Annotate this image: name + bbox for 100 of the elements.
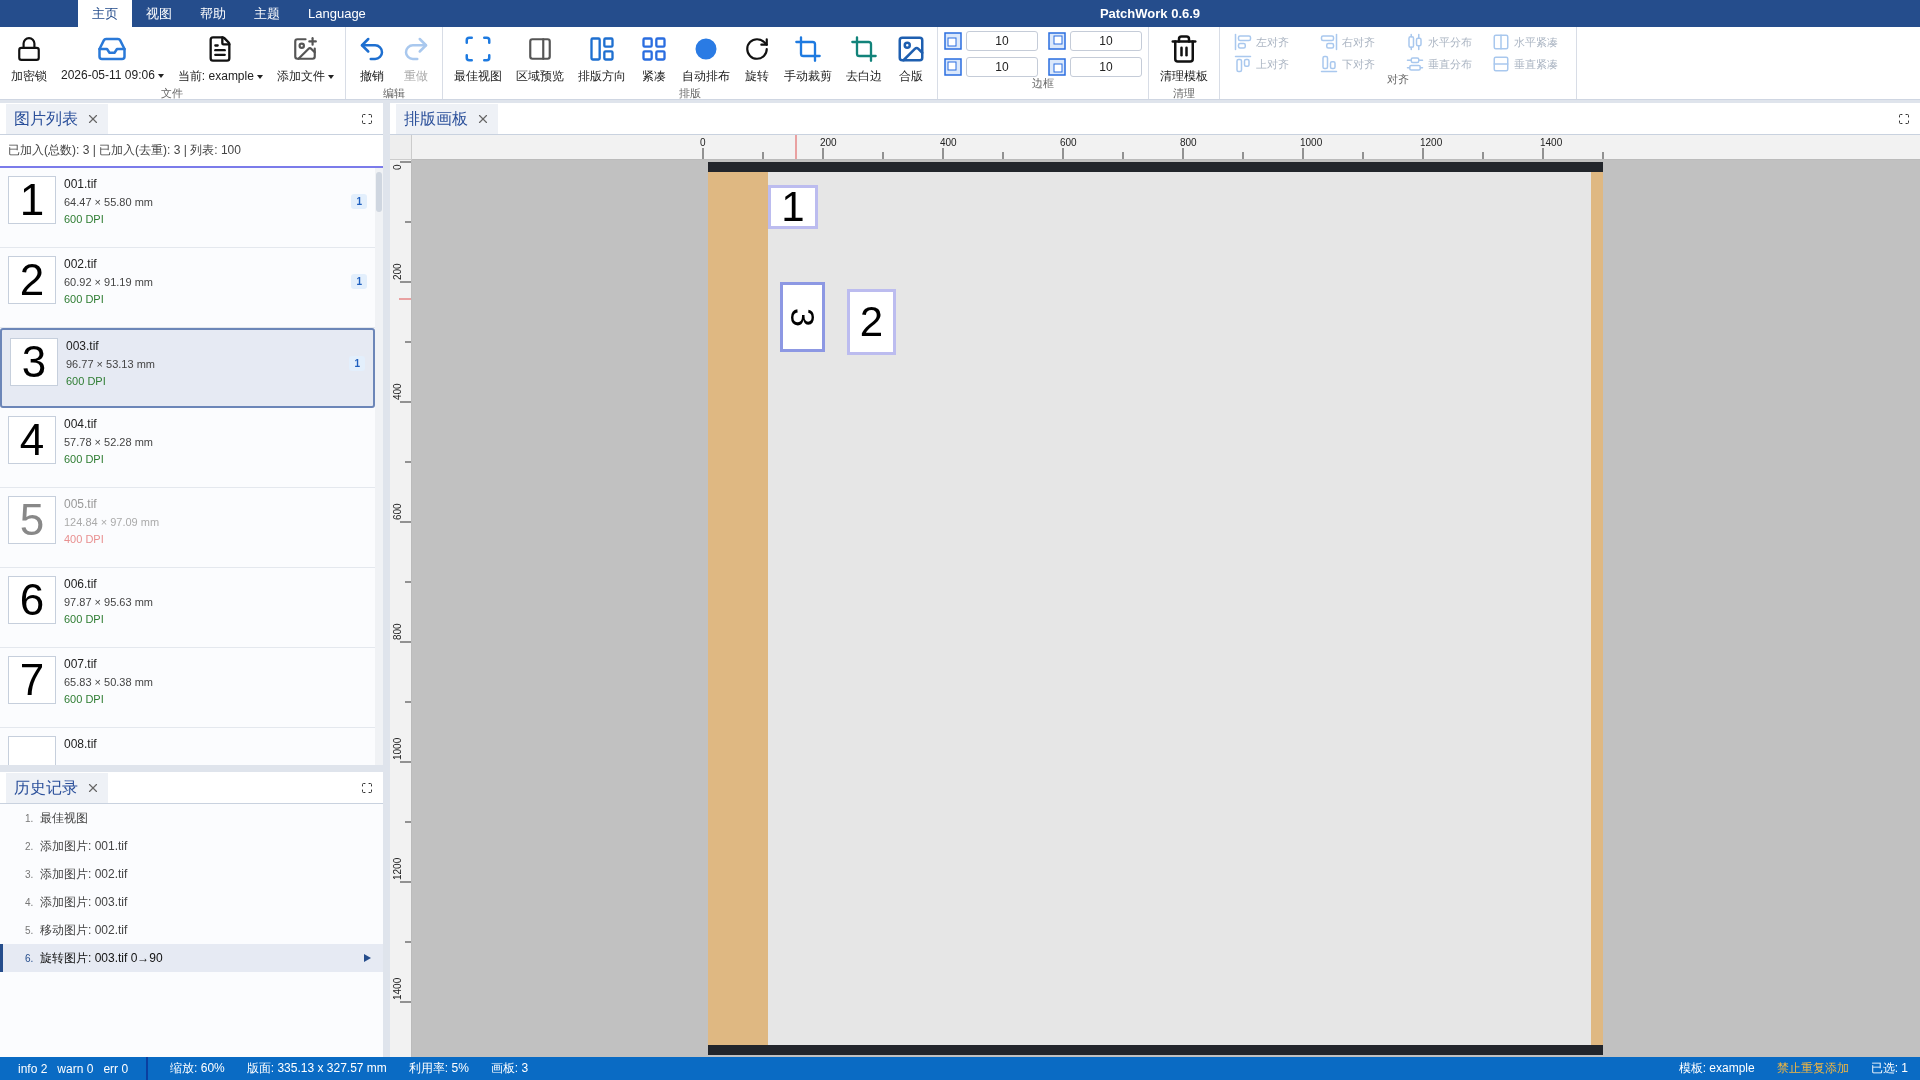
scrollbar[interactable] [375, 168, 383, 765]
align-icon [1491, 33, 1510, 51]
history-item[interactable]: 1. 最佳视图 [0, 804, 383, 832]
image-list-item[interactable]: 7 007.tif 65.83 × 50.38 mm 600 DPI [0, 648, 375, 728]
close-icon[interactable] [476, 112, 490, 126]
count-badge: 1 [351, 194, 367, 209]
history-item[interactable]: 2. 添加图片: 001.tif [0, 832, 383, 860]
margin-field[interactable]: 10 [1069, 31, 1142, 51]
log-count: info 2 [18, 1061, 48, 1076]
expand-icon[interactable] [361, 113, 373, 125]
log-count: warn 0 [57, 1061, 94, 1076]
border-icon [943, 58, 962, 76]
status-text: 模板: example [1678, 1060, 1755, 1077]
group-label: 文件 [161, 87, 184, 99]
ruler-label: 800 [1180, 137, 1197, 148]
ruler-label: 400 [940, 137, 957, 148]
thumbnail: 2 [8, 256, 56, 304]
ruler-label: 800 [392, 623, 403, 640]
menu-tab[interactable]: 视图 [132, 0, 186, 27]
menu-tab[interactable]: Language [294, 0, 380, 27]
close-icon[interactable] [86, 781, 100, 795]
panel-tab[interactable]: 图片列表 [6, 104, 108, 134]
image-list-item[interactable]: 3 003.tif 96.77 × 53.13 mm 600 DPI 1 [0, 328, 375, 408]
menu-tab[interactable]: 帮助 [186, 0, 240, 27]
thumbnail: 7 [8, 656, 56, 704]
menu-tab[interactable]: 主题 [240, 0, 294, 27]
ribbon-button[interactable]: 撤销 [351, 31, 392, 87]
arrow-icon [364, 954, 371, 962]
placed-image[interactable]: 3 [780, 282, 825, 352]
placed-image[interactable]: 2 [847, 289, 896, 355]
ruler-label: 600 [1060, 137, 1077, 148]
align-icon [1233, 55, 1252, 73]
ribbon-button[interactable]: 加密锁 [6, 31, 52, 87]
margin-field[interactable]: 10 [965, 31, 1038, 51]
history-item[interactable]: 6. 旋转图片: 003.tif 0→90 [0, 944, 383, 972]
status-text: 画板: 3 [490, 1060, 529, 1077]
group-label: 对齐 [1386, 73, 1409, 87]
align-icon [1319, 55, 1338, 73]
group-label: 清理 [1172, 87, 1195, 99]
image-list-item[interactable]: 4 004.tif 57.78 × 52.28 mm 600 DPI [0, 408, 375, 488]
ribbon-button[interactable]: 添加文件 [271, 31, 339, 87]
ribbon-button[interactable]: 清理模板 [1154, 31, 1213, 87]
border-icon [943, 32, 962, 50]
ruler-label: 1200 [1420, 137, 1443, 148]
ribbon-button[interactable]: 合版 [890, 31, 931, 87]
status-text: 利用率: 5% [408, 1060, 469, 1077]
align-icon [1233, 33, 1252, 51]
image-list-item[interactable]: 6 006.tif 97.87 × 95.63 mm 600 DPI [0, 568, 375, 648]
ribbon-button[interactable]: 自动排布 [676, 31, 735, 87]
canvas[interactable]: 1 3 2 [412, 160, 1920, 1057]
thumbnail: 6 [8, 576, 56, 624]
border-icon [1047, 32, 1066, 50]
ruler-label: 200 [392, 263, 403, 280]
close-icon[interactable] [86, 112, 100, 126]
history-item[interactable]: 4. 添加图片: 003.tif [0, 888, 383, 916]
image-list-item[interactable]: 1 001.tif 64.47 × 55.80 mm 600 DPI 1 [0, 168, 375, 248]
align-icon [1491, 55, 1510, 73]
status-text: 已选: 1 [1870, 1060, 1908, 1077]
ribbon-button[interactable]: 当前: example [172, 31, 268, 87]
ruler-label: 1400 [392, 977, 403, 1000]
margin-field[interactable]: 10 [965, 57, 1038, 77]
ruler-label: 200 [820, 137, 837, 148]
history-item[interactable]: 3. 添加图片: 002.tif [0, 860, 383, 888]
menu-tab[interactable]: 主页 [78, 0, 132, 27]
thumbnail: 4 [8, 416, 56, 464]
align-icon [1405, 55, 1424, 73]
border-icon [1047, 58, 1066, 76]
status-text: 缩放: 60% [170, 1060, 225, 1077]
panel-tab[interactable]: 历史记录 [6, 773, 108, 803]
window-title: PatchWork 0.6.9 [1098, 5, 1202, 23]
ribbon-button[interactable]: 去白边 [840, 31, 887, 87]
ruler-label: 1000 [392, 737, 403, 760]
thumbnail: 5 [8, 496, 56, 544]
history-item[interactable]: 5. 移动图片: 002.tif [0, 916, 383, 944]
group-label: 边框 [1031, 77, 1054, 91]
ribbon-button[interactable]: 排版方向 [572, 31, 631, 87]
ribbon-button[interactable]: 2026-05-11 09:06 [56, 31, 169, 84]
ribbon-icon [793, 33, 822, 65]
align-icon [1319, 33, 1338, 51]
status-text: 版面: 335.13 x 327.57 mm [246, 1060, 387, 1077]
group-label: 排版 [678, 87, 701, 99]
ruler-label: 1400 [1540, 137, 1563, 148]
log-count: err 0 [103, 1061, 129, 1076]
ribbon-button[interactable]: 最佳视图 [448, 31, 507, 87]
ribbon-button[interactable]: 区域预览 [510, 31, 569, 87]
ruler-label: 0 [392, 164, 403, 170]
thumbnail: 1 [8, 176, 56, 224]
panel-tab[interactable]: 排版画板 [396, 104, 498, 134]
placed-image[interactable]: 1 [768, 185, 818, 229]
expand-icon[interactable] [1898, 113, 1910, 125]
ribbon-button[interactable]: 手动裁剪 [778, 31, 837, 87]
margin-field[interactable]: 10 [1069, 57, 1142, 77]
align-icon [1405, 33, 1424, 51]
count-badge: 1 [351, 274, 367, 289]
ribbon-button[interactable]: 旋转 [738, 31, 775, 87]
ribbon-icon [849, 33, 878, 65]
ruler-label: 400 [392, 383, 403, 400]
expand-icon[interactable] [361, 782, 373, 794]
ribbon-button[interactable]: 紧凑 [634, 31, 673, 87]
count-badge: 1 [349, 356, 365, 371]
